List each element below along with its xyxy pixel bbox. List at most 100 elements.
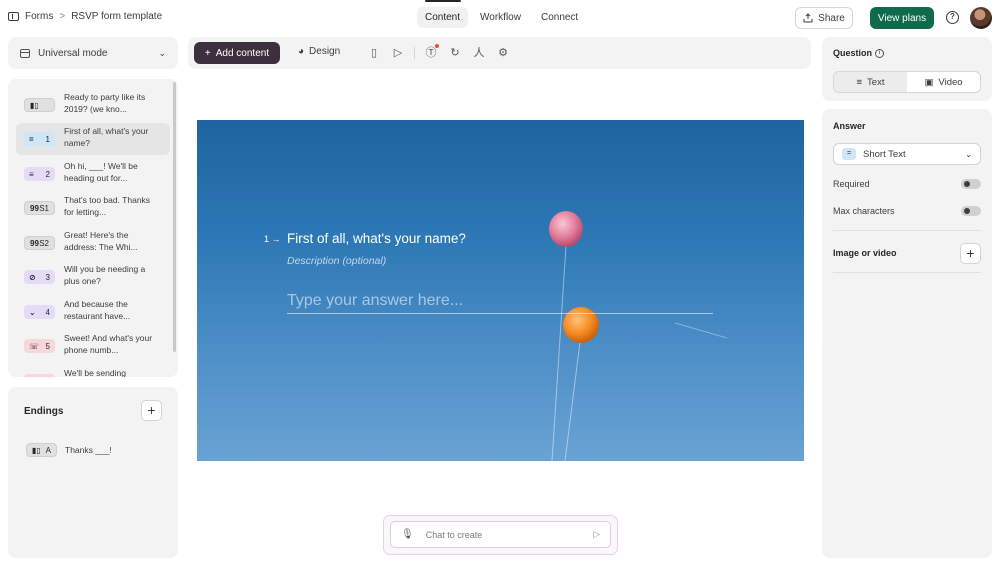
play-icon[interactable]: ▷ bbox=[391, 46, 405, 60]
active-tab-indicator bbox=[425, 0, 461, 2]
ending-item[interactable]: ▮▯ A Thanks ___! bbox=[26, 443, 112, 457]
ending-badge: ▮▯ A bbox=[26, 443, 57, 457]
share-icon bbox=[803, 13, 813, 23]
add-content-label: Add content bbox=[215, 47, 270, 59]
answer-label: Answer bbox=[833, 121, 866, 131]
chevron-down-icon: ⌄ bbox=[158, 47, 166, 58]
short-text-icon: = bbox=[29, 134, 34, 144]
question-badge: ✉ bbox=[24, 374, 55, 377]
required-toggle[interactable] bbox=[961, 179, 981, 189]
palette-icon: ◕ bbox=[298, 46, 305, 57]
microphone-icon[interactable]: 🎙 bbox=[401, 529, 414, 540]
question-badge: ☏ 5 bbox=[24, 339, 55, 353]
endings-section: Endings + ▮▯ A Thanks ___! bbox=[8, 387, 178, 558]
share-label: Share bbox=[818, 12, 845, 24]
phone-icon: ☏ bbox=[29, 341, 40, 351]
mode-selector[interactable]: Universal mode ⌄ bbox=[8, 37, 178, 69]
question-item[interactable]: 99 S1 That's too bad. Thanks for letting.… bbox=[16, 192, 170, 224]
type-text-option[interactable]: ≡ Text bbox=[834, 72, 907, 92]
breadcrumb: Forms > RSVP form template bbox=[8, 11, 162, 22]
question-text: Ready to party like its 2019? (we kno... bbox=[64, 92, 146, 114]
ending-icon: ▮▯ bbox=[32, 445, 41, 455]
form-preview-canvas[interactable]: 1 → First of all, what's your name? Desc… bbox=[197, 120, 804, 461]
text-lines-icon: ≡ bbox=[856, 76, 863, 88]
question-item-selected[interactable]: = 1 First of all, what's your name? bbox=[16, 123, 170, 155]
forms-icon bbox=[8, 12, 19, 21]
question-badge: = 1 bbox=[24, 132, 55, 146]
quote-icon: 99 bbox=[30, 203, 39, 213]
endings-title: Endings bbox=[24, 406, 64, 417]
question-badge: ⊘ 3 bbox=[24, 270, 55, 284]
notification-dot bbox=[435, 44, 439, 48]
question-text: Oh hi, ___! We'll be heading out for... bbox=[64, 161, 138, 183]
add-content-button[interactable]: + Add content bbox=[194, 42, 280, 64]
question-item[interactable]: ⊘ 3 Will you be needing a plus one? bbox=[16, 261, 170, 293]
avatar[interactable] bbox=[970, 7, 992, 29]
question-badge: 99 S2 bbox=[24, 236, 55, 250]
send-icon[interactable]: ▷ bbox=[593, 529, 600, 540]
question-text: Will you be needing a plus one? bbox=[64, 264, 146, 286]
add-ending-button[interactable]: + bbox=[141, 400, 162, 421]
question-list-scrollbar[interactable] bbox=[173, 82, 176, 352]
email-icon: ✉ bbox=[29, 377, 36, 378]
add-media-button[interactable]: + bbox=[960, 243, 981, 264]
image-or-video-label: Image or video bbox=[833, 248, 897, 258]
question-item[interactable]: ☏ 5 Sweet! And what's your phone numb... bbox=[16, 330, 170, 362]
question-text: And because the restaurant have... bbox=[64, 299, 131, 321]
short-text-icon: = bbox=[842, 148, 856, 160]
breadcrumb-root[interactable]: Forms bbox=[25, 11, 53, 22]
tab-connect[interactable]: Connect bbox=[533, 7, 586, 28]
question-label: Question i bbox=[833, 48, 885, 59]
mode-icon bbox=[20, 48, 30, 58]
question-item[interactable]: ✉ We'll be sending bbox=[16, 365, 170, 377]
question-type-toggle: ≡ Text ▣ Video bbox=[833, 71, 981, 93]
question-badge: ≡ 2 bbox=[24, 167, 55, 181]
credits-icon[interactable]: Ⓣ bbox=[424, 46, 438, 60]
answer-settings-card: Answer = Short Text ⌄ Required Max chara… bbox=[822, 109, 992, 558]
tab-workflow[interactable]: Workflow bbox=[472, 7, 529, 28]
mode-label: Universal mode bbox=[38, 47, 108, 59]
max-characters-toggle[interactable] bbox=[961, 206, 981, 216]
question-item[interactable]: ▮▯ Ready to party like its 2019? (we kno… bbox=[16, 89, 170, 121]
question-title[interactable]: First of all, what's your name? bbox=[287, 231, 466, 246]
share-button[interactable]: Share bbox=[795, 7, 853, 29]
settings-gear-icon[interactable]: ⚙ bbox=[496, 46, 510, 60]
chevron-down-icon: ⌄ bbox=[965, 149, 972, 159]
plus-icon: + bbox=[204, 47, 211, 59]
logic-icon[interactable]: ↻ bbox=[448, 46, 462, 60]
quote-icon: 99 bbox=[30, 238, 39, 248]
breadcrumb-current[interactable]: RSVP form template bbox=[71, 11, 162, 22]
translate-icon[interactable]: 人 bbox=[472, 46, 486, 60]
dropdown-icon: ⌄ bbox=[29, 307, 36, 317]
yes-no-icon: ⊘ bbox=[29, 272, 36, 282]
question-item[interactable]: 99 S2 Great! Here's the address: The Whi.… bbox=[16, 227, 170, 259]
question-text: Sweet! And what's your phone numb... bbox=[64, 333, 153, 355]
answer-type-select[interactable]: = Short Text ⌄ bbox=[833, 143, 981, 165]
question-item[interactable]: ⌄ 4 And because the restaurant have... bbox=[16, 296, 170, 328]
design-button[interactable]: ◕ Design bbox=[298, 46, 340, 57]
info-icon[interactable]: i bbox=[875, 49, 885, 59]
mobile-preview-icon[interactable]: ▯ bbox=[367, 46, 381, 60]
design-label: Design bbox=[309, 46, 341, 57]
chat-input[interactable]: 🎙 Chat to create ▷ bbox=[390, 521, 611, 548]
question-description[interactable]: Description (optional) bbox=[287, 255, 386, 267]
section-divider bbox=[833, 272, 981, 273]
editor-toolbar: + Add content ◕ Design ▯ ▷ Ⓣ ↻ 人 ⚙ bbox=[188, 37, 811, 69]
video-camera-icon: ▣ bbox=[924, 76, 934, 88]
view-plans-button[interactable]: View plans bbox=[870, 7, 934, 29]
toolbar-divider bbox=[414, 47, 415, 59]
statement-icon: ▮▯ bbox=[30, 100, 39, 110]
answer-type-value: Short Text bbox=[863, 148, 906, 160]
breadcrumb-separator: > bbox=[59, 11, 66, 22]
tab-content[interactable]: Content bbox=[417, 7, 469, 28]
question-text: First of all, what's your name? bbox=[64, 126, 149, 148]
question-number: 1 → bbox=[264, 234, 281, 244]
type-video-option[interactable]: ▣ Video bbox=[907, 72, 980, 92]
required-label: Required bbox=[833, 179, 870, 189]
question-item[interactable]: ≡ 2 Oh hi, ___! We'll be heading out for.… bbox=[16, 158, 170, 190]
main-nav: Content Workflow Connect bbox=[417, 7, 586, 28]
question-text: That's too bad. Thanks for letting... bbox=[64, 195, 151, 217]
answer-input[interactable] bbox=[287, 288, 713, 314]
help-icon[interactable]: ? bbox=[946, 11, 959, 24]
question-text: Great! Here's the address: The Whi... bbox=[64, 230, 138, 252]
